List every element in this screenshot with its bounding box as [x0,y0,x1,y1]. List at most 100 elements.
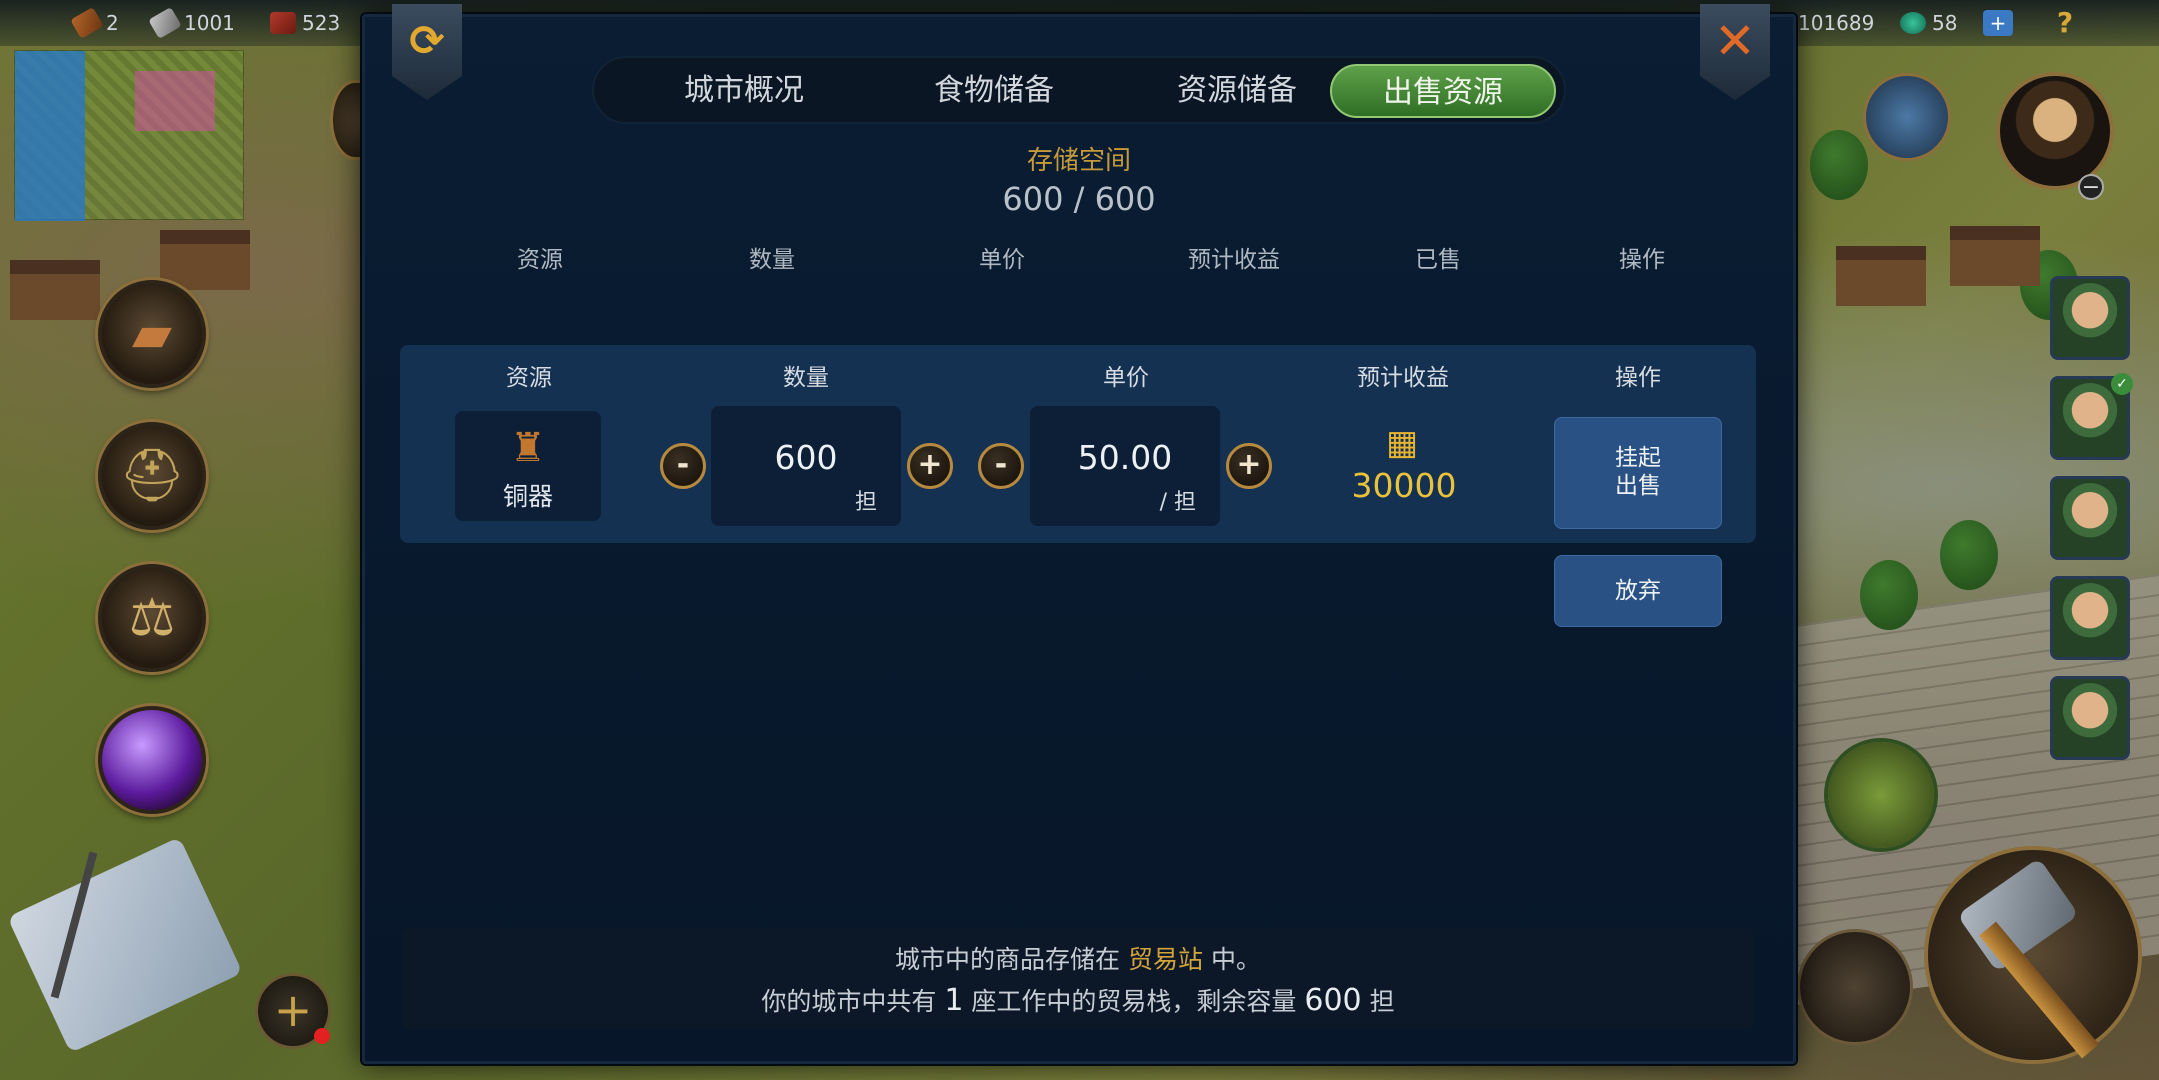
row-header-resource: 资源 [506,365,552,391]
info-text: 你的城市中共有 [761,987,937,1016]
price-field[interactable]: 50.00 / 担 [1030,406,1220,526]
hut [10,260,100,320]
buy-gems-button[interactable]: + [1983,10,2013,36]
help-button[interactable]: ? [2050,6,2080,40]
advisor-portrait[interactable] [2000,76,2110,186]
gem-value: 58 [1932,11,1958,35]
sell-button-line1: 挂起 [1615,445,1661,471]
city-emblem-button[interactable] [1866,76,1948,158]
gold-ingot-icon: ▦ [1385,423,1419,463]
quantity-unit: 担 [854,490,877,515]
info-text: 担 [1369,987,1395,1016]
general-portrait[interactable]: ✓ [2050,373,2133,460]
row-header-quantity: 数量 [783,365,829,391]
hut [1950,226,2040,286]
tab-sell-resources[interactable]: 出售资源 [1330,64,1556,118]
quantity-increase-button[interactable]: + [907,443,953,489]
info-panel: 城市中的商品存储在 贸易站 中。 你的城市中共有 1 座工作中的贸易栈，剩余容量… [402,928,1754,1030]
quantity-decrease-button[interactable]: - [660,443,706,489]
quantity-value: 600 [774,438,838,477]
wood-value: 2 [106,11,119,35]
bag-icon: ▰ [132,304,172,364]
gold-value: 101689 [1798,11,1875,35]
storage-space-value: 600 / 600 [1002,180,1156,218]
info-line-2: 你的城市中共有 1 座工作中的贸易栈，剩余容量 600 担 [402,982,1754,1018]
info-text: 座工作中的贸易栈，剩余容量 [971,987,1297,1016]
tab-city-overview[interactable]: 城市概况 [644,64,844,118]
column-header-quantity: 数量 [749,247,795,273]
trade-button[interactable]: ⚖ [98,564,206,672]
iron-value: 1001 [184,11,235,35]
plus-icon: + [273,983,313,1037]
minimap-territory [135,71,215,131]
gem-counter: 58 [1900,8,1957,38]
trade-station-link: 贸易站 [1127,945,1203,974]
column-header-sold: 已售 [1415,247,1461,273]
gold-counter: 101689 [1798,8,1874,38]
iron-icon [148,6,182,40]
trading-post-count: 1 [944,983,964,1018]
resource-name: 铜器 [502,482,553,511]
tab-food-reserve[interactable]: 食物储备 [894,64,1094,118]
check-icon: ✓ [2111,373,2133,395]
refresh-icon: ⟳ [409,16,445,65]
price-unit: / 担 [1159,490,1196,515]
price-decrease-button[interactable]: - [978,443,1024,489]
general-portrait[interactable] [2050,676,2130,760]
price-increase-button[interactable]: + [1226,443,1272,489]
military-button[interactable]: ⛑ [98,422,206,530]
column-header-price: 单价 [979,247,1025,273]
abandon-button[interactable]: 放弃 [1554,555,1722,627]
minimap[interactable] [14,50,244,221]
wood-counter: 2 [70,6,119,40]
row-header-price: 单价 [1103,365,1149,391]
info-text: 中。 [1210,945,1261,974]
storage-space-label: 存储空间 [1026,146,1131,176]
gem-icon [1900,12,1926,34]
bronze-vessel-icon: ♜ [510,425,546,471]
road-button[interactable] [1828,742,1934,848]
scale-icon: ⚖ [128,588,176,648]
expected-income-value: 30000 [1351,466,1457,505]
build-hammer-button[interactable] [1928,850,2138,1060]
price-value: 50.00 [1077,438,1173,477]
column-header-resource: 资源 [517,247,563,273]
notification-dot [314,1028,330,1044]
tree [1810,130,1868,200]
column-header-expected-income: 预计收益 [1188,247,1280,273]
hut [1836,246,1926,306]
brick-icon [270,12,296,34]
add-button[interactable]: + [258,976,330,1046]
general-portrait[interactable] [2050,476,2130,560]
close-icon: ✕ [1714,12,1756,70]
row-header-expected-income: 预计收益 [1357,365,1449,391]
world-map-button[interactable] [7,836,243,1054]
column-header-action: 操作 [1619,247,1665,273]
quantity-field[interactable]: 600 担 [711,406,901,526]
helmet-icon: ⛑ [118,446,185,506]
remaining-capacity: 600 [1304,983,1362,1018]
tab-resource-reserve[interactable]: 资源储备 [1137,64,1337,118]
inventory-bag-button[interactable]: ▰ [98,280,206,388]
info-text: 城市中的商品存储在 [895,945,1121,974]
shovel-button[interactable] [1800,932,1910,1042]
map-scroll-icon [7,836,243,1054]
list-for-sale-button[interactable]: 挂起 出售 [1554,417,1722,529]
collapse-icon[interactable]: − [2078,174,2104,200]
hut [160,230,250,290]
row-header-action: 操作 [1615,365,1661,391]
iron-counter: 1001 [148,6,235,40]
tree [1860,560,1918,630]
magic-orb-button[interactable] [98,706,206,814]
wood-icon [70,6,104,40]
dialog-tabs: 城市概况 食物储备 资源储备 出售资源 [592,56,1566,124]
brick-value: 523 [302,11,341,35]
brick-counter: 523 [270,8,340,38]
sell-button-line2: 出售 [1615,473,1661,499]
minimap-water [15,51,85,221]
general-portrait[interactable] [2050,276,2130,360]
tree [1940,520,1998,590]
general-portrait[interactable] [2050,576,2130,660]
info-line-1: 城市中的商品存储在 贸易站 中。 [402,940,1754,976]
resource-selector[interactable]: ♜ 铜器 [455,411,601,521]
